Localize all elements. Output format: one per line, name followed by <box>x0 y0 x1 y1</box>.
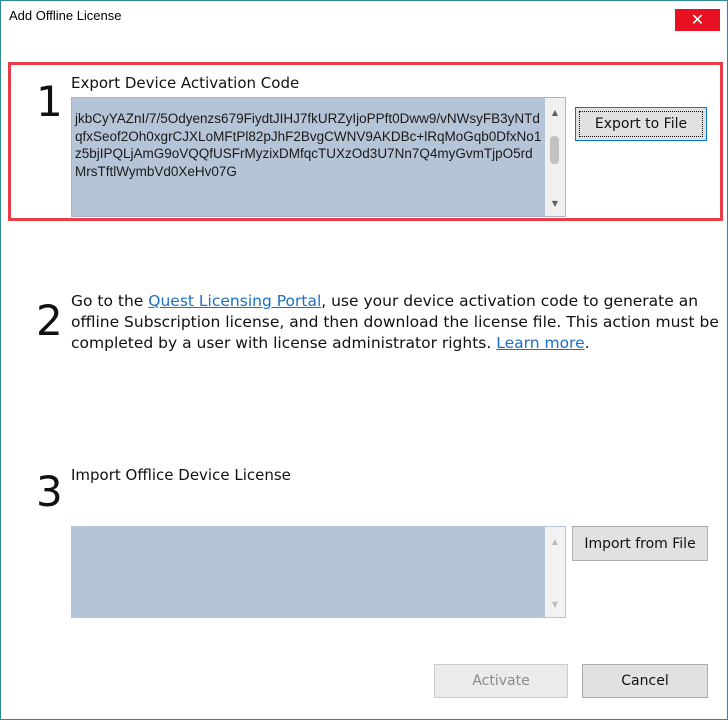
close-icon: ✕ <box>690 10 705 29</box>
activation-code-textbox[interactable]: jkbCyYAZnI/7/5Odyenzs679FiydtJIHJ7fkURZy… <box>71 97 566 217</box>
export-heading: Export Device Activation Code <box>71 74 300 92</box>
title-bar: Add Offline License ✕ <box>1 1 727 32</box>
step-2-number: 2 <box>36 296 63 345</box>
scroll-up-icon[interactable]: ▲ <box>545 103 565 121</box>
activation-code-text: jkbCyYAZnI/7/5Odyenzs679FiydtJIHJ7fkURZy… <box>75 111 542 179</box>
dialog-title: Add Offline License <box>9 8 122 23</box>
step-2-instructions: Go to the Quest Licensing Portal, use yo… <box>71 291 721 354</box>
instructions-text-1: Go to the <box>71 292 149 310</box>
export-to-file-label: Export to File <box>579 111 703 137</box>
import-heading: Import Offlice Device License <box>71 466 291 484</box>
activation-code-scrollbar[interactable]: ▲ ▼ <box>545 98 565 216</box>
scroll-down-icon[interactable]: ▼ <box>545 595 565 613</box>
export-to-file-button[interactable]: Export to File <box>575 107 707 141</box>
add-offline-license-dialog: Add Offline License ✕ 1 Export Device Ac… <box>0 0 728 720</box>
import-from-file-button[interactable]: Import from File <box>572 526 708 561</box>
cancel-button[interactable]: Cancel <box>582 664 708 698</box>
step-1-number: 1 <box>36 77 63 126</box>
scroll-down-icon[interactable]: ▼ <box>545 194 565 212</box>
step-3-number: 3 <box>36 467 63 516</box>
close-button[interactable]: ✕ <box>675 9 720 31</box>
scroll-up-icon[interactable]: ▲ <box>545 532 565 550</box>
import-license-textbox[interactable]: ▲ ▼ <box>71 526 566 618</box>
quest-licensing-portal-link[interactable]: Quest Licensing Portal <box>148 292 321 310</box>
import-license-scrollbar[interactable]: ▲ ▼ <box>545 527 565 617</box>
activate-button[interactable]: Activate <box>434 664 568 698</box>
instructions-text-end: . <box>584 334 590 352</box>
learn-more-link[interactable]: Learn more <box>496 334 584 352</box>
scroll-thumb[interactable] <box>550 136 559 164</box>
